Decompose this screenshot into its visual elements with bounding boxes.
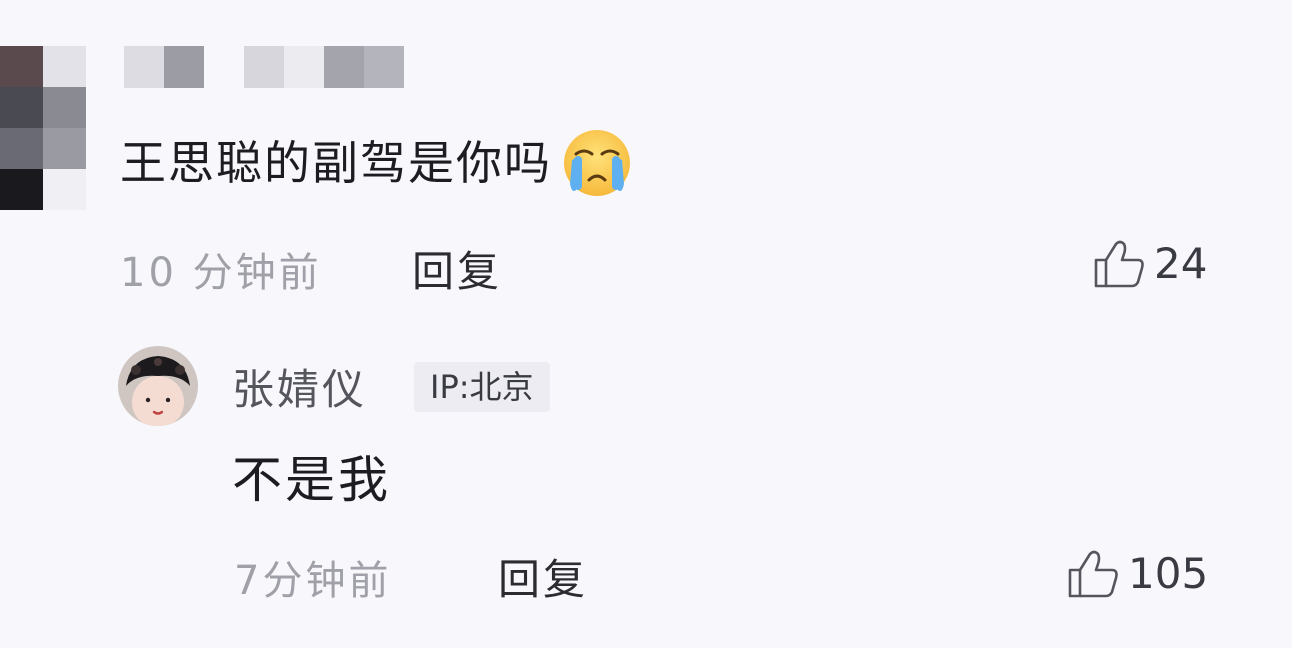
crying-face-emoji-icon bbox=[562, 128, 632, 198]
comment-like-button[interactable]: 24 bbox=[1092, 236, 1207, 290]
reply-username[interactable]: 张婧仪 bbox=[232, 356, 367, 417]
comment-time: 10 分钟前 bbox=[120, 250, 322, 296]
reply-time: 7分钟前 bbox=[234, 558, 392, 604]
reply-reply-button[interactable]: 回复 bbox=[498, 546, 588, 607]
reply-text: 不是我 bbox=[232, 451, 391, 509]
avatar[interactable] bbox=[118, 346, 198, 426]
comment-text-row: 王思聪的副驾是你吗 bbox=[120, 128, 632, 198]
reply-like-button[interactable]: 105 bbox=[1066, 546, 1208, 600]
comment-text: 王思聪的副驾是你吗 bbox=[120, 136, 552, 190]
thumbs-up-icon bbox=[1066, 546, 1120, 600]
ip-location-badge: IP:北京 bbox=[414, 362, 550, 412]
commenter-name-pixelated[interactable] bbox=[124, 46, 414, 88]
commenter-avatar-pixelated[interactable] bbox=[0, 46, 86, 210]
thumbs-up-icon bbox=[1092, 236, 1146, 290]
comment-like-count: 24 bbox=[1154, 238, 1208, 288]
reply-like-count: 105 bbox=[1128, 548, 1209, 598]
comment-reply-button[interactable]: 回复 bbox=[412, 238, 502, 299]
